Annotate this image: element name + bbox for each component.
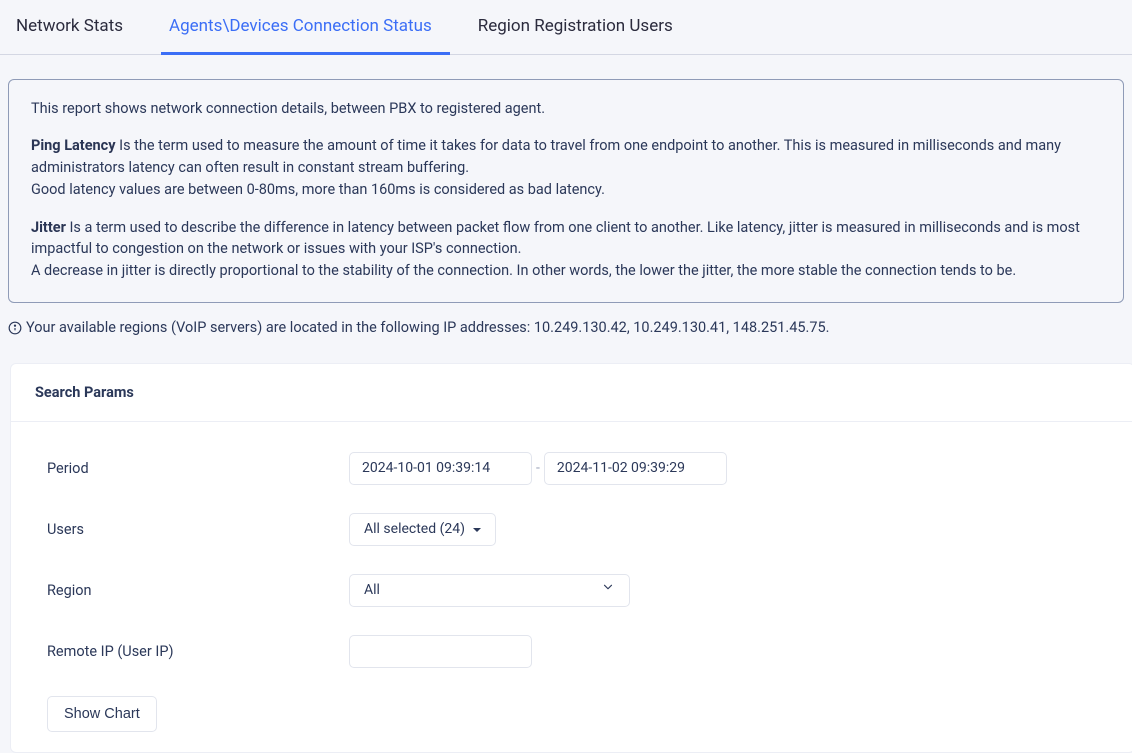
label-remote-ip: Remote IP (User IP): [47, 641, 349, 663]
info-icon: [8, 321, 22, 335]
regions-info-text: Your available regions (VoIP servers) ar…: [26, 317, 829, 339]
chevron-down-icon: [601, 580, 615, 601]
tab-agents-devices[interactable]: Agents\Devices Connection Status: [161, 0, 450, 55]
row-remote-ip: Remote IP (User IP): [47, 635, 1098, 668]
label-region: Region: [47, 580, 349, 602]
tab-region-registration[interactable]: Region Registration Users: [470, 0, 691, 54]
ping-label: Ping Latency: [31, 137, 116, 154]
label-users: Users: [47, 519, 349, 541]
users-dropdown[interactable]: All selected (24): [349, 513, 496, 546]
row-users: Users All selected (24): [47, 513, 1098, 546]
remote-ip-input[interactable]: [349, 635, 532, 668]
search-params-body: Period 2024-10-01 09:39:14 - 2024-11-02 …: [11, 422, 1132, 752]
period-start-input[interactable]: 2024-10-01 09:39:14: [349, 452, 532, 485]
tab-network-stats[interactable]: Network Stats: [8, 0, 141, 54]
row-period: Period 2024-10-01 09:39:14 - 2024-11-02 …: [47, 452, 1098, 485]
ping-text-b: Good latency values are between 0-80ms, …: [31, 181, 605, 198]
period-end-input[interactable]: 2024-11-02 09:39:29: [544, 452, 727, 485]
jitter-text-b: A decrease in jitter is directly proport…: [31, 262, 1016, 279]
regions-info-line: Your available regions (VoIP servers) ar…: [8, 317, 1124, 339]
label-period: Period: [47, 458, 349, 480]
info-ping: Ping Latency Is the term used to measure…: [31, 135, 1101, 200]
row-region: Region All: [47, 574, 1098, 607]
info-panel: This report shows network connection det…: [8, 79, 1124, 303]
jitter-text-a: Is a term used to describe the differenc…: [31, 219, 1080, 258]
caret-down-icon: [473, 528, 481, 532]
info-intro: This report shows network connection det…: [31, 98, 1101, 120]
users-dropdown-value: All selected (24): [364, 519, 465, 540]
period-separator: -: [536, 458, 540, 479]
region-select[interactable]: All: [349, 574, 630, 607]
show-chart-button[interactable]: Show Chart: [47, 696, 157, 732]
jitter-label: Jitter: [31, 219, 66, 236]
ping-text-a: Is the term used to measure the amount o…: [31, 137, 1061, 176]
search-params-title: Search Params: [11, 364, 1132, 423]
tabs-bar: Network Stats Agents\Devices Connection …: [0, 0, 1132, 55]
info-jitter: Jitter Is a term used to describe the di…: [31, 217, 1101, 282]
region-select-value: All: [364, 580, 380, 601]
period-group: 2024-10-01 09:39:14 - 2024-11-02 09:39:2…: [349, 452, 727, 485]
search-params-card: Search Params Period 2024-10-01 09:39:14…: [10, 363, 1132, 753]
